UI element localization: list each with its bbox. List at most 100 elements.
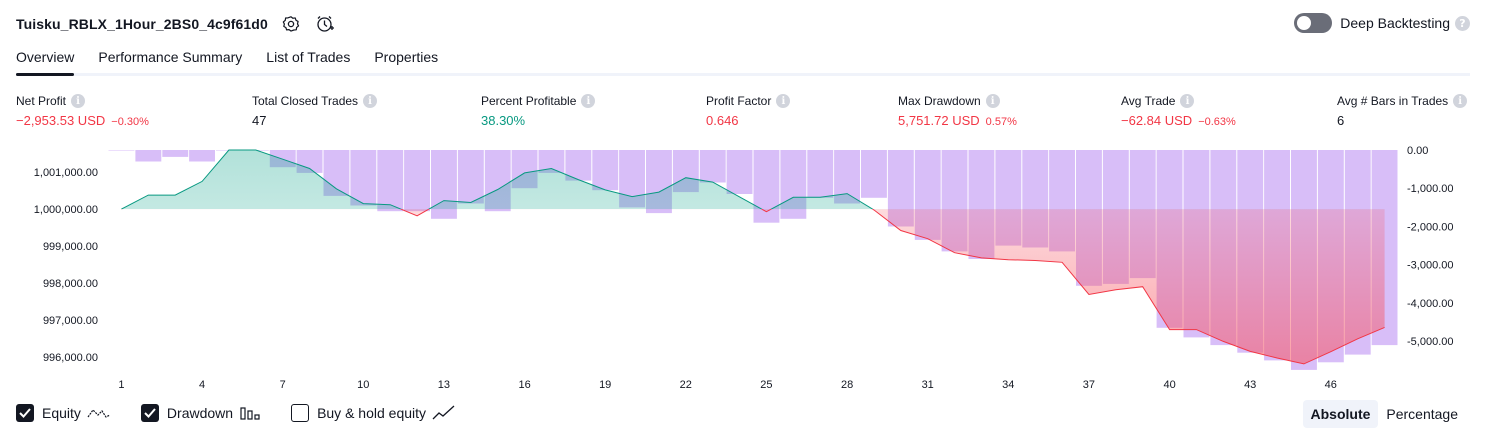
- x-axis-tick-label: 34: [1002, 379, 1014, 391]
- stat-percent: −0.63%: [1198, 116, 1236, 128]
- stat-value: 47: [252, 113, 267, 128]
- drawdown-bar: [726, 150, 753, 194]
- x-axis-tick-label: 22: [680, 379, 692, 391]
- stat-label: Max Drawdown: [898, 94, 981, 108]
- left-axis-tick-label: 1,001,000.00: [34, 167, 98, 179]
- deep-backtesting-toggle[interactable]: [1294, 13, 1333, 33]
- stat-value: 0.646: [706, 113, 739, 128]
- stat-value: 5,751.72 USD: [898, 113, 980, 128]
- legend-buy-hold[interactable]: Buy & hold equity: [291, 404, 456, 422]
- right-axis-tick-label: -1,000.00: [1407, 183, 1453, 195]
- drawdown-bar: [404, 150, 430, 212]
- info-icon[interactable]: i: [581, 94, 596, 108]
- checkbox-checked-icon[interactable]: [16, 404, 34, 422]
- deep-backtesting: Deep Backtesting ?: [1294, 13, 1470, 33]
- stat-profit-factor: Profit Factor i 0.646: [706, 93, 791, 128]
- tab-list-of-trades[interactable]: List of Trades: [266, 44, 350, 73]
- x-axis-tick-label: 4: [199, 379, 205, 391]
- stat-percent-profitable: Percent Profitable i 38.30%: [481, 93, 596, 128]
- tab-overview[interactable]: Overview: [16, 44, 75, 76]
- x-axis-tick-label: 13: [438, 379, 450, 391]
- x-axis-tick-label: 37: [1083, 379, 1095, 391]
- x-axis-tick-label: 31: [922, 379, 934, 391]
- stat-avg-trade: Avg Trade i −62.84 USD −0.63%: [1121, 93, 1236, 128]
- stat-label: Net Profit: [16, 94, 67, 108]
- checkbox-checked-icon[interactable]: [140, 404, 159, 422]
- drawdown-bar: [592, 150, 619, 191]
- stat-label: Percent Profitable: [481, 94, 577, 108]
- info-icon[interactable]: i: [1180, 94, 1195, 108]
- left-axis-tick-label: 999,000.00: [43, 241, 98, 253]
- tab-performance-summary[interactable]: Performance Summary: [98, 44, 242, 73]
- legend-label: Drawdown: [166, 405, 234, 421]
- settings-icon[interactable]: [280, 13, 302, 35]
- info-icon[interactable]: i: [776, 94, 791, 108]
- right-axis-tick-label: 0.00: [1407, 145, 1428, 157]
- x-axis-tick-label: 40: [1163, 379, 1175, 391]
- right-axis-tick-label: -4,000.00: [1407, 298, 1453, 310]
- left-axis-tick-label: 1,000,000.00: [34, 204, 98, 216]
- drawdown-bar: [861, 150, 887, 198]
- legend-label: Buy & hold equity: [317, 405, 427, 421]
- report-tabs: Overview Performance Summary List of Tra…: [16, 44, 1470, 76]
- x-axis: 1 4 7 10 13 16 19 22 25 28 31 34 37 40 43 46: [118, 379, 1337, 391]
- right-axis: 0.00 -1,000.00 -2,000.00 -3,000.00 -4,000.00…: [1407, 145, 1453, 348]
- x-axis-tick-label: 16: [518, 379, 530, 391]
- x-axis-tick-label: 10: [357, 379, 369, 391]
- drawdown-bar: [189, 150, 215, 162]
- stat-percent: −0.30%: [111, 116, 149, 128]
- x-axis-tick-label: 7: [280, 379, 286, 391]
- stat-percent: 0.57%: [985, 116, 1017, 128]
- info-icon[interactable]: i: [985, 94, 1000, 108]
- stat-avg-bars: Avg # Bars in Trades i 6: [1337, 93, 1468, 128]
- left-axis: 1,001,000.00 1,000,000.00 999,000.00 998,00…: [34, 167, 98, 364]
- right-axis-tick-label: -5,000.00: [1407, 336, 1453, 348]
- legend-label: Equity: [42, 405, 81, 421]
- stat-net-profit: Net Profit i −2,953.53 USD −0.30%: [16, 93, 149, 128]
- x-axis-tick-label: 28: [841, 379, 853, 391]
- stat-label: Avg # Bars in Trades: [1337, 94, 1449, 108]
- info-icon[interactable]: i: [71, 94, 86, 108]
- right-axis-tick-label: -2,000.00: [1407, 222, 1453, 234]
- bars-icon: [239, 405, 261, 421]
- legend-drawdown[interactable]: Drawdown: [140, 404, 261, 422]
- trend-line-icon: [432, 405, 456, 421]
- x-axis-tick-label: 46: [1325, 379, 1337, 391]
- equity-drawdown-chart[interactable]: 1,001,000.00 1,000,000.00 999,000.00 998,00…: [0, 140, 1486, 395]
- stat-label: Avg Trade: [1121, 94, 1176, 108]
- mode-absolute[interactable]: Absolute: [1302, 400, 1379, 428]
- right-axis-tick-label: -3,000.00: [1407, 260, 1453, 272]
- stat-value: −62.84 USD: [1121, 113, 1193, 128]
- stat-value: −2,953.53 USD: [16, 113, 106, 128]
- tab-properties[interactable]: Properties: [374, 44, 438, 73]
- deep-backtesting-label: Deep Backtesting: [1340, 15, 1450, 31]
- stat-label: Total Closed Trades: [252, 94, 359, 108]
- stat-total-closed-trades: Total Closed Trades i 47: [252, 93, 378, 128]
- mode-percentage[interactable]: Percentage: [1378, 400, 1466, 428]
- drawdown-bar: [807, 150, 834, 198]
- stat-max-drawdown: Max Drawdown i 5,751.72 USD 0.57%: [898, 93, 1017, 128]
- strategy-title: Tuisku_RBLX_1Hour_2BS0_4c9f61d0: [16, 16, 268, 32]
- left-axis-tick-label: 998,000.00: [43, 278, 98, 290]
- info-icon[interactable]: i: [1453, 94, 1468, 108]
- x-axis-tick-label: 25: [760, 379, 772, 391]
- stat-label: Profit Factor: [706, 94, 772, 108]
- legend-equity[interactable]: Equity: [16, 404, 111, 422]
- drawdown-bar: [135, 150, 162, 162]
- drawdown-bar: [108, 150, 135, 151]
- left-axis-tick-label: 997,000.00: [43, 315, 98, 327]
- strategy-header: Tuisku_RBLX_1Hour_2BS0_4c9f61d0: [16, 12, 336, 36]
- drawdown-bar: [457, 150, 484, 204]
- x-axis-tick-label: 19: [599, 379, 611, 391]
- checkbox-unchecked-icon[interactable]: [291, 404, 310, 422]
- value-mode-switch: Absolute Percentage: [1302, 400, 1467, 428]
- equity-line-icon: [87, 405, 111, 421]
- left-axis-tick-label: 996,000.00: [43, 352, 98, 364]
- x-axis-tick-label: 43: [1244, 379, 1256, 391]
- x-axis-tick-label: 1: [118, 379, 124, 391]
- add-alert-icon[interactable]: [314, 13, 336, 35]
- chart-legend: Equity Drawdown Buy & hold equity: [16, 404, 486, 422]
- help-icon[interactable]: ?: [1455, 15, 1470, 31]
- info-icon[interactable]: i: [363, 94, 378, 108]
- stat-value: 38.30%: [481, 113, 526, 128]
